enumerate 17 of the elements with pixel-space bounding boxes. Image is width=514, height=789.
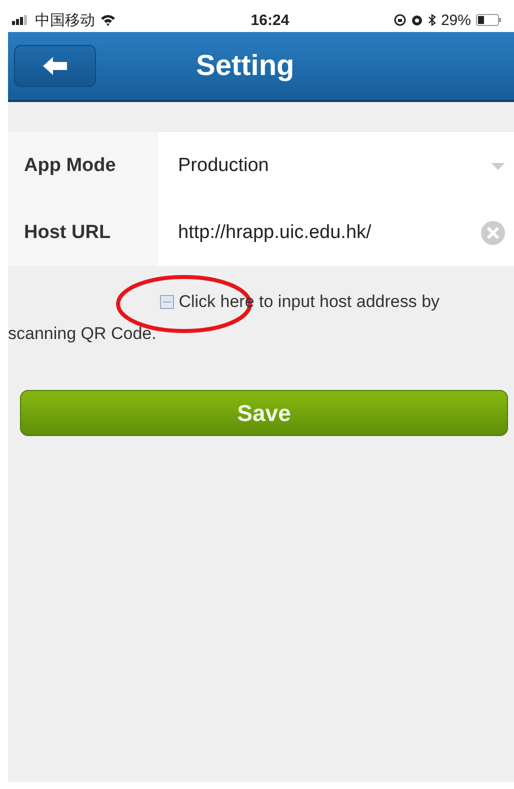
bluetooth-icon bbox=[428, 14, 436, 26]
back-arrow-icon bbox=[42, 56, 68, 76]
battery-icon bbox=[476, 14, 502, 26]
dropdown-icon bbox=[490, 160, 506, 170]
clock-time: 16:24 bbox=[250, 12, 290, 28]
field-label: Host URL bbox=[8, 199, 158, 266]
page-title: Setting bbox=[196, 50, 294, 82]
battery-percent: 29% bbox=[440, 12, 471, 28]
field-label: App Mode bbox=[8, 132, 158, 199]
qr-icon bbox=[160, 295, 174, 309]
mode-select[interactable]: Production bbox=[158, 132, 514, 199]
signal-icon bbox=[12, 15, 30, 25]
wifi-icon bbox=[100, 14, 116, 26]
carrier-name: 中国移动 bbox=[35, 10, 95, 30]
url-field[interactable]: http://hrapp.uic.edu.hk/ bbox=[158, 199, 514, 266]
close-icon bbox=[480, 220, 506, 246]
back-button[interactable] bbox=[14, 45, 96, 87]
